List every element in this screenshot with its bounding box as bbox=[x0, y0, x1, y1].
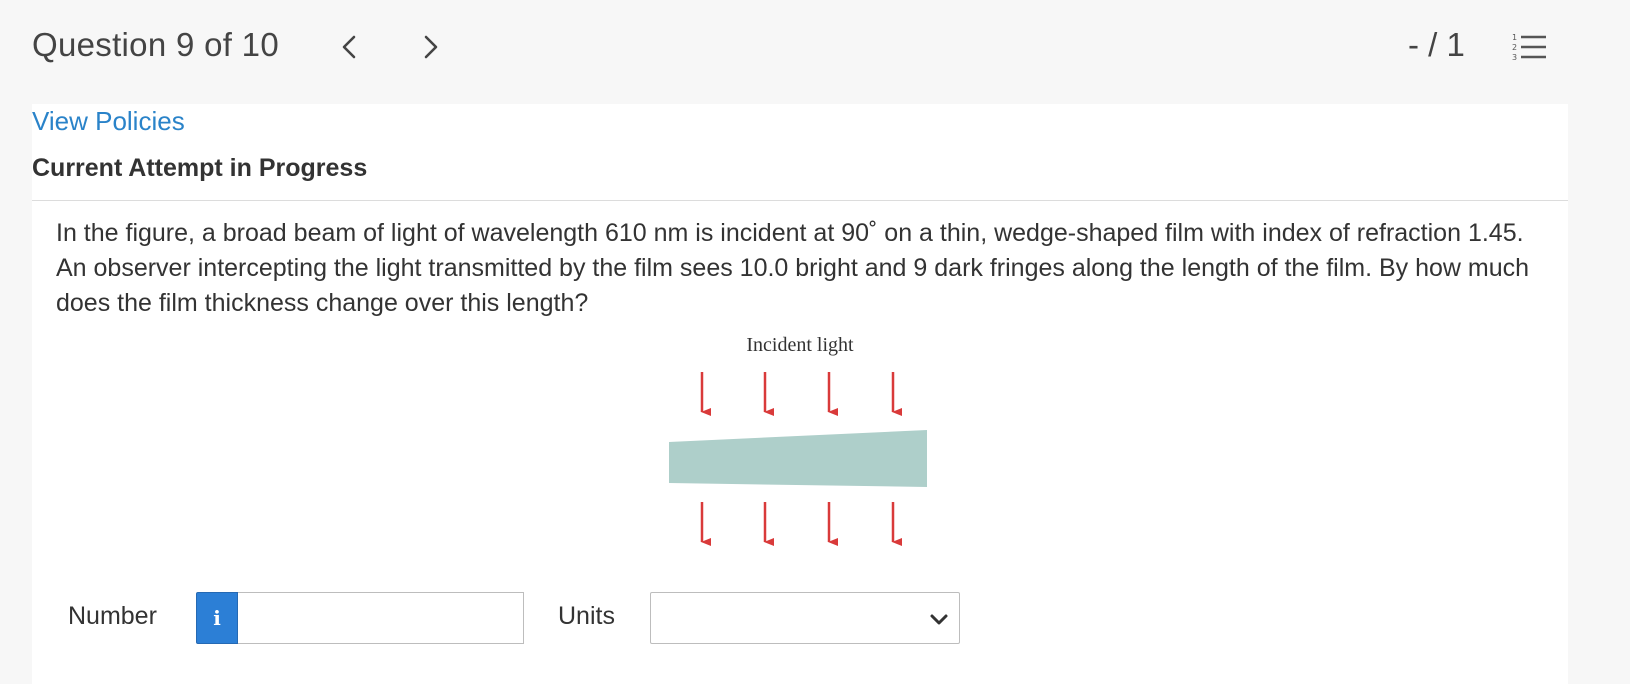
info-button[interactable]: i bbox=[196, 592, 238, 644]
question-counter: Question 9 of 10 bbox=[32, 26, 279, 63]
question-header: Question 9 of 10 - / 1 1 2 3 bbox=[0, 0, 1630, 100]
attempt-status: Current Attempt in Progress bbox=[32, 154, 368, 182]
incident-arrows bbox=[700, 372, 902, 416]
units-select[interactable] bbox=[650, 592, 960, 644]
numbered-list-icon: 1 2 3 bbox=[1512, 33, 1546, 62]
units-label: Units bbox=[558, 602, 615, 630]
view-policies-link[interactable]: View Policies bbox=[32, 106, 185, 137]
previous-question-button[interactable] bbox=[334, 30, 364, 64]
score: - / 1 bbox=[1408, 26, 1465, 63]
divider bbox=[32, 200, 1568, 201]
chevron-down-icon bbox=[930, 614, 948, 625]
figure-svg: Incident light bbox=[669, 334, 927, 546]
incident-light-label: Incident light bbox=[746, 334, 854, 356]
wedge-film bbox=[669, 430, 927, 487]
info-icon: i bbox=[213, 606, 221, 630]
chevron-left-icon bbox=[342, 35, 356, 59]
question-list-button[interactable]: 1 2 3 bbox=[1512, 32, 1548, 62]
svg-text:2: 2 bbox=[1512, 43, 1517, 52]
number-input[interactable] bbox=[238, 592, 524, 644]
svg-text:1: 1 bbox=[1512, 33, 1517, 42]
svg-text:3: 3 bbox=[1512, 53, 1517, 62]
number-label: Number bbox=[68, 602, 157, 630]
transmitted-arrows bbox=[700, 502, 902, 546]
next-question-button[interactable] bbox=[416, 30, 446, 64]
chevron-right-icon bbox=[424, 35, 438, 59]
wedge-film-figure: Incident light bbox=[660, 332, 940, 552]
question-text: In the figure, a broad beam of light of … bbox=[56, 219, 1530, 317]
